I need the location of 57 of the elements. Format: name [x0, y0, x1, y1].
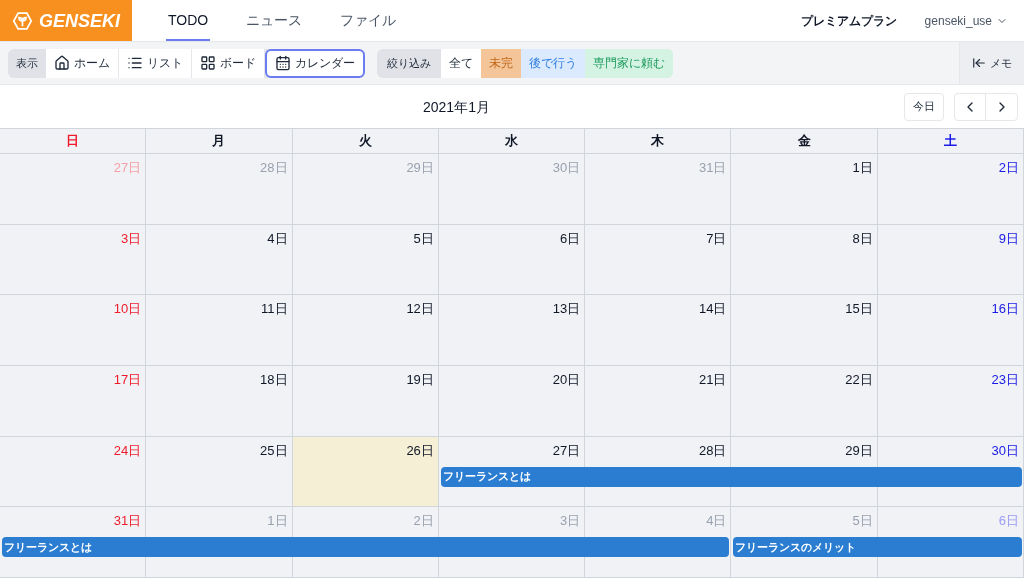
day-cell[interactable]: 12日	[292, 295, 439, 365]
memo-button[interactable]: メモ	[959, 42, 1024, 84]
day-cell[interactable]: 26日	[292, 436, 439, 507]
filter-button[interactable]: 全て	[441, 48, 481, 78]
collapse-icon	[972, 56, 986, 70]
nav-tab[interactable]: ニュース	[244, 0, 305, 41]
day-cell[interactable]: 21日	[585, 366, 732, 436]
filter-label: 絞り込み	[386, 55, 432, 71]
view-label: 表示	[15, 55, 39, 71]
plan-label: プレミアムプラン	[800, 12, 897, 29]
day-cell[interactable]: 25日	[146, 436, 293, 507]
nav-tab[interactable]: ファイル	[338, 0, 399, 41]
day-cell[interactable]: 23日	[877, 366, 1024, 436]
day-cell[interactable]: 22日	[731, 366, 878, 436]
day-cell[interactable]: 16日	[877, 295, 1024, 365]
day-cell[interactable]: 19日	[292, 366, 439, 436]
calendar-event[interactable]: フリーランスとは	[440, 466, 1022, 487]
day-cell[interactable]: 18日	[146, 366, 293, 436]
calendar-event[interactable]: フリーランスのメリット	[733, 537, 1022, 558]
home-icon	[54, 55, 70, 71]
day-cell[interactable]: 7日	[585, 224, 732, 295]
weekday-header: 土	[877, 129, 1024, 153]
view-button[interactable]: カレンダー	[265, 48, 365, 78]
list-icon	[127, 55, 143, 71]
day-cell[interactable]: 9日	[877, 224, 1024, 295]
grid-icon	[200, 55, 216, 71]
day-cell[interactable]: 24日	[0, 436, 147, 507]
day-cell[interactable]: 5日	[292, 224, 439, 295]
calendar-icon	[275, 55, 291, 71]
user-menu[interactable]: genseki_use	[924, 12, 1008, 29]
day-cell[interactable]: 13日	[438, 295, 586, 365]
day-cell[interactable]: 8日	[731, 224, 878, 295]
day-cell[interactable]: 6日	[438, 224, 586, 295]
view-button[interactable]: ホーム	[46, 48, 119, 78]
sprout-icon	[12, 9, 33, 32]
day-cell[interactable]: 1日	[731, 154, 878, 224]
weekday-header: 日	[0, 129, 147, 153]
day-cell[interactable]: 10日	[0, 295, 147, 365]
view-button[interactable]: ボード	[192, 48, 265, 78]
today-button[interactable]: 今日	[904, 92, 944, 121]
day-cell[interactable]: 4日	[146, 224, 293, 295]
month-title: 2021年1月	[423, 97, 490, 117]
day-cell[interactable]: 17日	[0, 366, 147, 436]
calendar-event[interactable]: フリーランスとは	[2, 537, 730, 558]
filter-button[interactable]: 後で行う	[521, 48, 585, 78]
weekday-header: 木	[585, 129, 732, 153]
day-cell[interactable]: 20日	[438, 366, 586, 436]
weekday-header: 水	[438, 129, 586, 153]
day-cell[interactable]: 3日	[0, 224, 147, 295]
day-cell[interactable]: 11日	[146, 295, 293, 365]
weekday-header: 金	[731, 129, 878, 153]
view-button[interactable]: リスト	[119, 48, 192, 78]
day-cell[interactable]: 15日	[731, 295, 878, 365]
weekday-header: 火	[292, 129, 439, 153]
day-cell[interactable]: 2日	[877, 154, 1024, 224]
weekday-header: 月	[146, 129, 293, 153]
day-cell[interactable]: 14日	[585, 295, 732, 365]
